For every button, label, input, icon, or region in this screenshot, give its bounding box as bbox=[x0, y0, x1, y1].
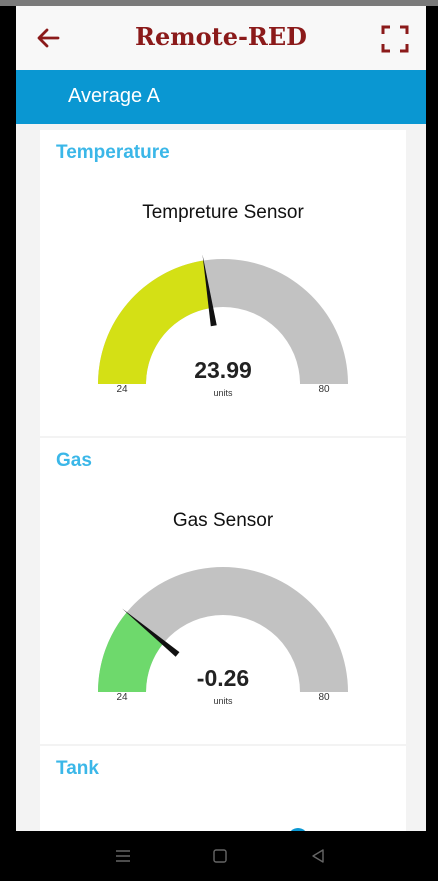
tank-card: Tank bbox=[40, 746, 406, 831]
gauge-units: units bbox=[213, 388, 233, 398]
gauge-value: -0.26 bbox=[197, 665, 249, 691]
card-title-temperature: Temperature bbox=[56, 142, 170, 163]
gauge-title-temperature: Tempreture Sensor bbox=[142, 202, 304, 223]
back-triangle-icon[interactable] bbox=[309, 847, 327, 865]
system-nav-bar bbox=[0, 831, 438, 881]
gauge-title-gas: Gas Sensor bbox=[172, 510, 274, 531]
temperature-gauge: 23.99 units 24 80 bbox=[98, 254, 348, 398]
gauge-min-label: 24 bbox=[116, 384, 128, 395]
gas-card: Gas Gas Sensor -0.26 units 24 80 bbox=[40, 438, 406, 744]
gauge-units: units bbox=[213, 696, 233, 706]
gas-gauge: -0.26 units 24 80 bbox=[98, 567, 348, 706]
app-screen: Remote-RED Average A Temperature Tempret… bbox=[16, 6, 426, 831]
group-title: Average A bbox=[68, 85, 160, 107]
gauge-max-label: 80 bbox=[318, 384, 330, 395]
gauge-min-label: 24 bbox=[116, 692, 128, 703]
card-title-tank: Tank bbox=[56, 758, 99, 779]
home-icon[interactable] bbox=[211, 847, 229, 865]
app-bar: Remote-RED bbox=[16, 6, 426, 70]
app-title: Remote-RED bbox=[135, 22, 307, 51]
gauge-max-label: 80 bbox=[318, 692, 330, 703]
menu-icon[interactable] bbox=[114, 847, 132, 865]
gauge-value: 23.99 bbox=[194, 357, 252, 383]
temperature-card: Temperature Tempreture Sensor 23.99 unit… bbox=[40, 130, 406, 436]
card-title-gas: Gas bbox=[56, 450, 92, 471]
group-header: Average A bbox=[16, 70, 426, 124]
fullscreen-icon[interactable] bbox=[380, 24, 410, 54]
